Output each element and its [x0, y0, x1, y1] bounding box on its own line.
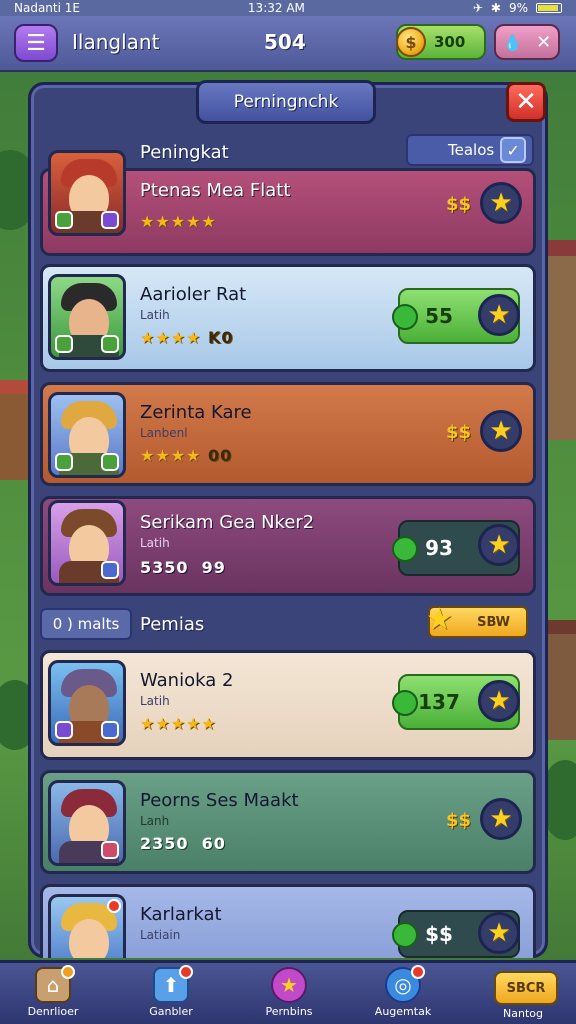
close-icon: ✕ — [536, 31, 552, 53]
status-bar: Nadanti 1E 13:32 AM ✈ ✱ 9% — [0, 0, 576, 16]
toggle-tealos[interactable]: Tealos ✓ — [406, 134, 534, 166]
gem-icon — [392, 304, 418, 330]
notification-badge — [411, 965, 425, 979]
card-subtitle: Latih — [140, 536, 170, 550]
rating-numbers: 5350 99 — [140, 558, 226, 577]
card-subtitle: Latih — [140, 308, 170, 322]
favorite-star-icon[interactable]: ★ — [480, 182, 522, 224]
battery-percent: 9% — [508, 1, 528, 15]
drop-icon: 💧 — [502, 32, 523, 52]
house-decoration — [544, 240, 576, 440]
avatar — [48, 500, 126, 586]
notification-badge — [107, 899, 121, 913]
gem-icon — [392, 922, 418, 948]
nav-item-pernbins[interactable]: ★ Pernbins — [244, 967, 334, 1024]
star-rating: ★★★★★ — [140, 714, 217, 733]
nav-item-home[interactable]: ⌂ Denrlioer — [8, 965, 98, 1024]
favorite-star-icon[interactable]: ★ — [478, 524, 520, 566]
panel-title: Perningnchk — [196, 80, 376, 124]
exit-button[interactable]: 💧 ✕ — [494, 24, 560, 60]
favorite-star-icon[interactable]: ★ — [480, 410, 522, 452]
wifi-icon: ✈ — [472, 1, 483, 15]
value-amount: 137 — [418, 690, 460, 714]
card-name: Serikam Gea Nker2 — [140, 512, 315, 533]
favorite-star-icon[interactable]: ★ — [478, 912, 520, 954]
battery-icon — [536, 3, 562, 13]
card-subtitle: Lanh — [140, 814, 170, 828]
card-name: Zerinta Kare — [140, 402, 252, 423]
screen-title: Ilanglant — [72, 30, 160, 54]
nav-item-augemtak[interactable]: ◎ Augemtak — [358, 965, 448, 1024]
card-name: Peorns Ses Maakt — [140, 790, 299, 811]
bluetooth-icon: ✱ — [490, 1, 501, 15]
rating-numbers: 2350 60 — [140, 834, 226, 853]
favorite-star-icon[interactable]: ★ — [480, 798, 522, 840]
notification-badge — [61, 965, 75, 979]
star-icon: ★ — [426, 602, 453, 637]
star-rating: ★★★★ K0 — [140, 328, 234, 347]
value-amount: 93 — [425, 536, 453, 560]
card-name: Ptenas Mea Flatt — [140, 180, 291, 201]
gem-icon — [392, 690, 418, 716]
avatar — [48, 150, 126, 236]
nav-item-nantog[interactable]: Nantog — [478, 1007, 568, 1024]
top-bar: ☰ Ilanglant 504 $ 300 💧 ✕ — [0, 16, 576, 72]
avatar — [48, 894, 126, 958]
notification-badge — [179, 965, 193, 979]
panel-close-button[interactable]: ✕ — [506, 82, 546, 122]
bottom-nav: ⌂ Denrlioer ⬆ Ganbler ★ Pernbins ◎ Augem… — [0, 960, 576, 1024]
card-name: Wanioka 2 — [140, 670, 234, 691]
favorite-star-icon[interactable]: ★ — [478, 294, 520, 336]
reward-button[interactable]: ★ SBW — [426, 602, 528, 638]
section-title: Peningkat — [140, 142, 229, 163]
card-name: Aarioler Rat — [140, 284, 247, 305]
coin-balance-button[interactable]: $ 300 — [396, 24, 486, 60]
value-amount: $$ — [425, 922, 453, 946]
filter-button[interactable]: 0 ) malts — [40, 608, 132, 640]
card-name: Karlarkat — [140, 904, 222, 925]
coin-icon: $ — [396, 27, 426, 57]
house-decoration — [544, 620, 576, 740]
coin-amount: 300 — [434, 33, 466, 51]
carrier-label: Nadanti 1E — [14, 1, 80, 15]
hamburger-icon: ☰ — [26, 30, 46, 56]
target-icon: ◎ — [385, 965, 425, 1003]
score-display: 504 — [264, 30, 306, 54]
avatar — [48, 780, 126, 866]
favorite-star-icon[interactable]: ★ — [478, 680, 520, 722]
nav-item-ganbler[interactable]: ⬆ Ganbler — [126, 965, 216, 1024]
star-icon: ★ — [271, 967, 307, 1003]
card-subtitle: Latiain — [140, 928, 181, 942]
store-button[interactable]: SBCR — [494, 971, 558, 1005]
price-label: $$ — [446, 810, 472, 831]
price-label: $$ — [446, 422, 472, 443]
value-amount: 55 — [425, 304, 453, 328]
clock: 13:32 AM — [247, 1, 305, 15]
upload-icon: ⬆ — [153, 965, 193, 1003]
avatar — [48, 274, 126, 360]
price-label: $$ — [446, 194, 472, 215]
close-icon: ✕ — [515, 87, 537, 117]
card-subtitle: Lanbenl — [140, 426, 188, 440]
checkmark-icon: ✓ — [500, 137, 527, 163]
house-decoration — [0, 380, 30, 480]
house-icon: ⌂ — [35, 965, 75, 1003]
star-rating: ★★★★★ — [140, 212, 217, 231]
star-rating: ★★★★ 00 — [140, 446, 233, 465]
card-subtitle: Latih — [140, 694, 170, 708]
toggle-label: Tealos — [448, 141, 495, 159]
gem-icon — [392, 536, 418, 562]
section-title: Pemias — [140, 614, 205, 635]
avatar — [48, 392, 126, 478]
menu-button[interactable]: ☰ — [14, 24, 58, 62]
avatar — [48, 660, 126, 746]
